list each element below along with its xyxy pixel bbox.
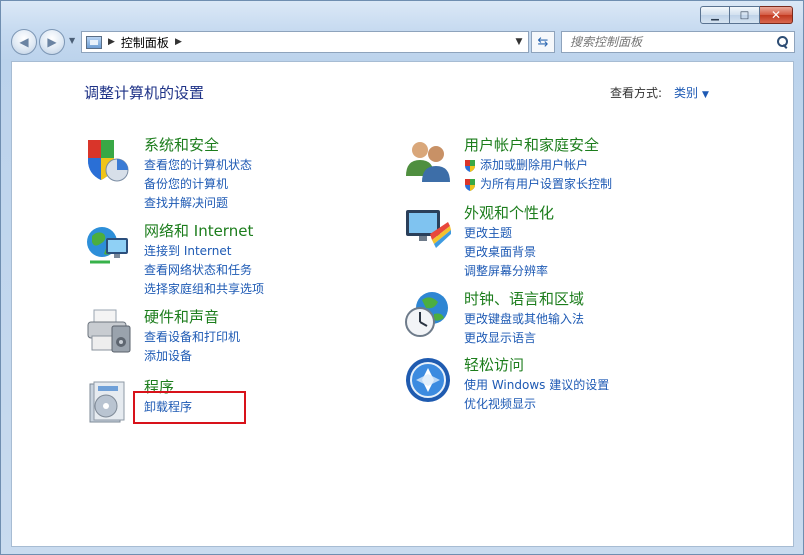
refresh-icon: ⇆ (537, 34, 549, 50)
navigation-bar: ◀ ▶ ▼ ▶ 控制面板 ▶ ▼ ⇆ (11, 29, 795, 57)
link-optimize-video[interactable]: 优化视频显示 (464, 395, 609, 414)
link-devices-printers[interactable]: 查看设备和打印机 (144, 328, 240, 347)
control-panel-icon (86, 35, 102, 49)
link-view-computer-status[interactable]: 查看您的计算机状态 (144, 156, 252, 175)
category-links: 更改主题 更改桌面背景 调整屏幕分辨率 (464, 224, 548, 281)
maximize-button[interactable]: □ (730, 6, 760, 24)
link-add-device[interactable]: 添加设备 (144, 347, 240, 366)
printer-icon[interactable] (84, 308, 132, 356)
recent-pages-dropdown[interactable]: ▼ (69, 36, 75, 45)
forward-button[interactable]: ▶ (39, 29, 65, 55)
category-links: 添加或删除用户帐户 为所有用户设置家长控制 (464, 156, 612, 194)
category-title-network-internet[interactable]: 网络和 Internet (144, 220, 253, 241)
link-change-keyboard[interactable]: 更改键盘或其他输入法 (464, 310, 584, 329)
control-panel-window: ▁ □ ✕ ◀ ▶ ▼ ▶ 控制面板 ▶ ▼ ⇆ 调整计算机的设置 查看方式: … (0, 0, 804, 555)
address-history-dropdown[interactable]: ▼ (510, 32, 528, 52)
shield-pie-icon[interactable] (84, 136, 132, 184)
search-icon[interactable] (776, 36, 788, 48)
view-by-value[interactable]: 类别 (674, 86, 698, 100)
link-find-fix-problems[interactable]: 查找并解决问题 (144, 194, 252, 213)
category-title-hardware-sound[interactable]: 硬件和声音 (144, 306, 219, 327)
category-title-ease-of-access[interactable]: 轻松访问 (464, 354, 524, 375)
breadcrumb-separator-icon[interactable]: ▶ (108, 37, 115, 47)
category-links: 查看设备和打印机 添加设备 (144, 328, 240, 366)
link-network-status[interactable]: 查看网络状态和任务 (144, 261, 264, 280)
category-title-clock-language[interactable]: 时钟、语言和区域 (464, 288, 584, 309)
link-label: 为所有用户设置家长控制 (480, 177, 613, 191)
monitor-palette-icon[interactable] (404, 204, 452, 252)
highlight-annotation (133, 391, 246, 424)
link-recommended-settings[interactable]: 使用 Windows 建议的设置 (464, 376, 609, 395)
view-by-dropdown[interactable]: 类别 ▼ (674, 84, 709, 101)
link-connect-internet[interactable]: 连接到 Internet (144, 242, 264, 261)
link-homegroup-sharing[interactable]: 选择家庭组和共享选项 (144, 280, 264, 299)
category-title-appearance[interactable]: 外观和个性化 (464, 202, 554, 223)
address-bar[interactable]: ▶ 控制面板 ▶ ▼ (81, 31, 529, 53)
forward-arrow-icon: ▶ (47, 35, 57, 49)
category-links: 查看您的计算机状态 备份您的计算机 查找并解决问题 (144, 156, 252, 213)
clock-globe-icon[interactable] (404, 290, 452, 338)
caption-buttons: ▁ □ ✕ (700, 6, 793, 24)
back-button[interactable]: ◀ (11, 29, 37, 55)
back-arrow-icon: ◀ (19, 35, 29, 49)
breadcrumb-expand-icon[interactable]: ▶ (175, 37, 182, 47)
chevron-down-icon[interactable]: ▼ (702, 90, 709, 100)
link-change-display-language[interactable]: 更改显示语言 (464, 329, 584, 348)
link-screen-resolution[interactable]: 调整屏幕分辨率 (464, 262, 548, 281)
category-title-system-security[interactable]: 系统和安全 (144, 134, 219, 155)
search-box[interactable] (561, 31, 795, 53)
link-add-remove-accounts[interactable]: 添加或删除用户帐户 (464, 156, 612, 175)
ease-of-access-icon[interactable] (404, 356, 452, 404)
category-links: 连接到 Internet 查看网络状态和任务 选择家庭组和共享选项 (144, 242, 264, 299)
refresh-button[interactable]: ⇆ (531, 31, 555, 53)
search-input[interactable] (562, 34, 776, 50)
content-pane: 调整计算机的设置 查看方式: 类别 ▼ 系统和安全 查看您的计算机状态 备份您的计… (11, 61, 794, 547)
view-by-label: 查看方式: (610, 86, 663, 100)
maximize-icon: □ (739, 9, 750, 21)
category-links: 使用 Windows 建议的设置 优化视频显示 (464, 376, 609, 414)
uac-shield-icon (465, 178, 475, 191)
minimize-button[interactable]: ▁ (700, 6, 730, 24)
link-parental-controls[interactable]: 为所有用户设置家长控制 (464, 175, 612, 194)
breadcrumb-control-panel[interactable]: 控制面板 (121, 34, 169, 51)
uac-shield-icon (465, 159, 475, 172)
close-icon: ✕ (770, 8, 782, 22)
page-title: 调整计算机的设置 (84, 84, 205, 102)
link-change-background[interactable]: 更改桌面背景 (464, 243, 548, 262)
globe-monitor-icon[interactable] (84, 222, 132, 270)
program-disc-icon[interactable] (84, 378, 132, 426)
category-links: 更改键盘或其他输入法 更改显示语言 (464, 310, 584, 348)
link-change-theme[interactable]: 更改主题 (464, 224, 548, 243)
users-icon[interactable] (404, 136, 452, 184)
minimize-icon: ▁ (711, 9, 719, 21)
close-button[interactable]: ✕ (760, 6, 793, 24)
link-label: 添加或删除用户帐户 (480, 158, 589, 172)
link-backup-computer[interactable]: 备份您的计算机 (144, 175, 252, 194)
category-title-user-accounts[interactable]: 用户帐户和家庭安全 (464, 134, 599, 155)
